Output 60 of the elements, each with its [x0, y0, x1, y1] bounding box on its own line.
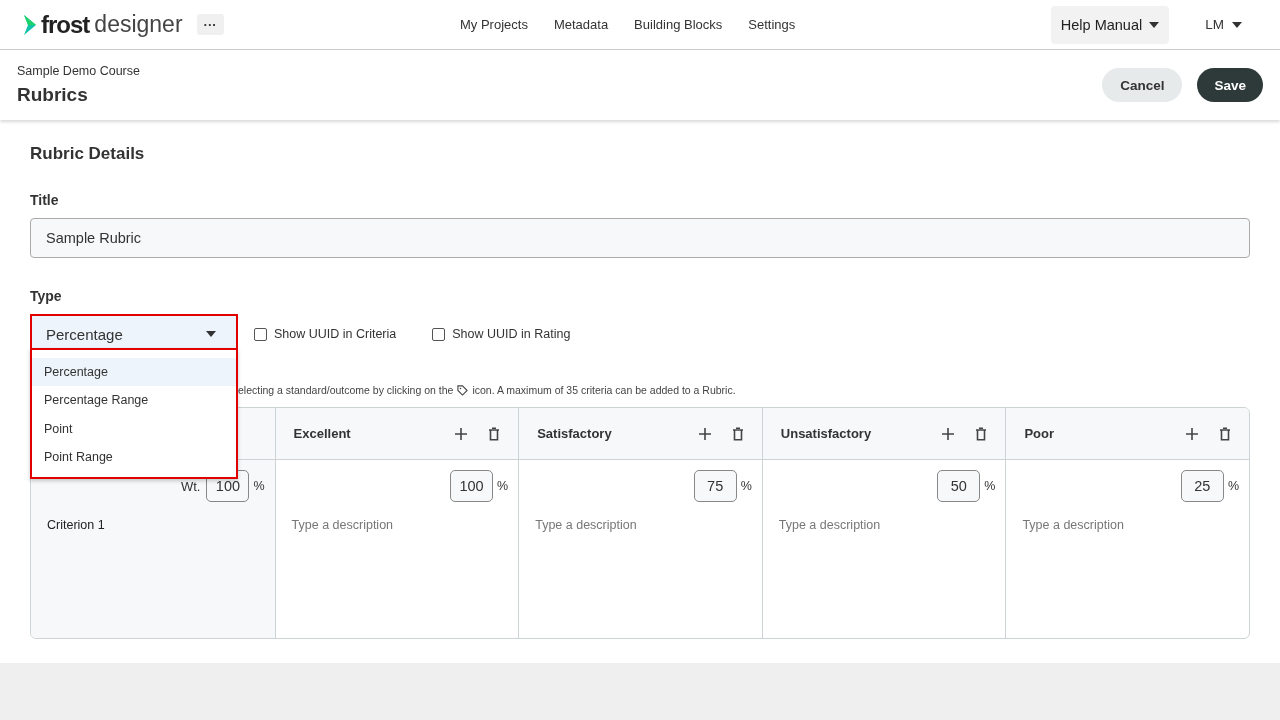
- caret-icon: [206, 331, 216, 337]
- checkbox[interactable]: [254, 327, 267, 341]
- score-input-field[interactable]: 50: [937, 470, 981, 502]
- breadcrumb: Sample Demo Course: [17, 64, 140, 78]
- hint-text: icon. A maximum of 35 criteria can be added to a Rubric.: [472, 384, 736, 396]
- unit-label: %: [1227, 479, 1239, 493]
- dropdown-option[interactable]: Point: [32, 414, 236, 443]
- plus-icon[interactable]: [454, 426, 469, 441]
- logo-text: designer: [94, 11, 183, 38]
- hint-text: electing a standard/outcome by clicking on the: [238, 384, 454, 396]
- checkbox[interactable]: [432, 327, 446, 341]
- field-label: Type: [30, 288, 63, 304]
- caret-icon: [1149, 21, 1160, 28]
- weight-label: Wt.: [180, 478, 201, 494]
- dropdown-option[interactable]: Point Range: [32, 442, 236, 472]
- dropdown-option[interactable]: Percentage: [32, 358, 236, 387]
- dropdown-option[interactable]: Percentage Range: [32, 386, 236, 415]
- cancel-button[interactable]: Cancel: [1102, 68, 1183, 102]
- level-name: Unsatisfactory: [780, 426, 872, 441]
- unit-label: %: [984, 479, 996, 493]
- unit-label: %: [740, 479, 752, 493]
- app-logo[interactable]: frost designer: [22, 10, 183, 39]
- caret-icon: [1232, 21, 1242, 28]
- plus-icon[interactable]: [941, 426, 956, 441]
- chevron-logo-icon: [22, 12, 38, 37]
- score-input-field[interactable]: 100: [450, 470, 494, 502]
- trash-icon[interactable]: [1219, 426, 1231, 441]
- save-button[interactable]: Save: [1197, 68, 1263, 102]
- plus-icon[interactable]: [697, 426, 712, 441]
- score-input-field[interactable]: 25: [1180, 470, 1224, 502]
- trash-icon[interactable]: [731, 426, 744, 441]
- trash-icon[interactable]: [975, 426, 988, 441]
- checkbox-label: Show UUID in Rating: [452, 327, 571, 341]
- description-field[interactable]: Type a description: [1022, 518, 1239, 532]
- criterion-name: Criterion 1: [47, 518, 106, 532]
- description-field[interactable]: Type a description: [291, 518, 509, 532]
- tag-icon: [457, 384, 469, 396]
- plus-icon[interactable]: [1185, 426, 1199, 441]
- page-title: Rubrics: [17, 84, 89, 106]
- title-input-field[interactable]: Sample Rubric: [30, 218, 1250, 258]
- logo-text: frost: [41, 10, 90, 39]
- score-input-field[interactable]: 75: [693, 470, 737, 502]
- section-heading: Rubric Details: [30, 143, 146, 165]
- user-menu-button[interactable]: LM: [1199, 16, 1248, 33]
- description-field[interactable]: Type a description: [778, 518, 996, 532]
- nav-link[interactable]: Metadata: [540, 17, 622, 32]
- field-label: Title: [30, 192, 60, 208]
- nav-link[interactable]: My Projects: [447, 17, 541, 32]
- description-field[interactable]: Type a description: [535, 518, 752, 532]
- level-name: Satisfactory: [537, 426, 612, 441]
- more-button[interactable]: ···: [196, 14, 224, 35]
- checkbox-label: Show UUID in Criteria: [274, 327, 397, 341]
- nav-link[interactable]: Building Blocks: [621, 17, 736, 32]
- level-name: Excellent: [293, 426, 351, 441]
- unit-label: %: [253, 479, 265, 493]
- trash-icon[interactable]: [488, 426, 501, 441]
- unit-label: %: [497, 479, 509, 493]
- nav-link[interactable]: Settings: [735, 17, 809, 32]
- help-menu-button[interactable]: Help Manual: [1050, 5, 1170, 44]
- level-name: Poor: [1024, 426, 1054, 441]
